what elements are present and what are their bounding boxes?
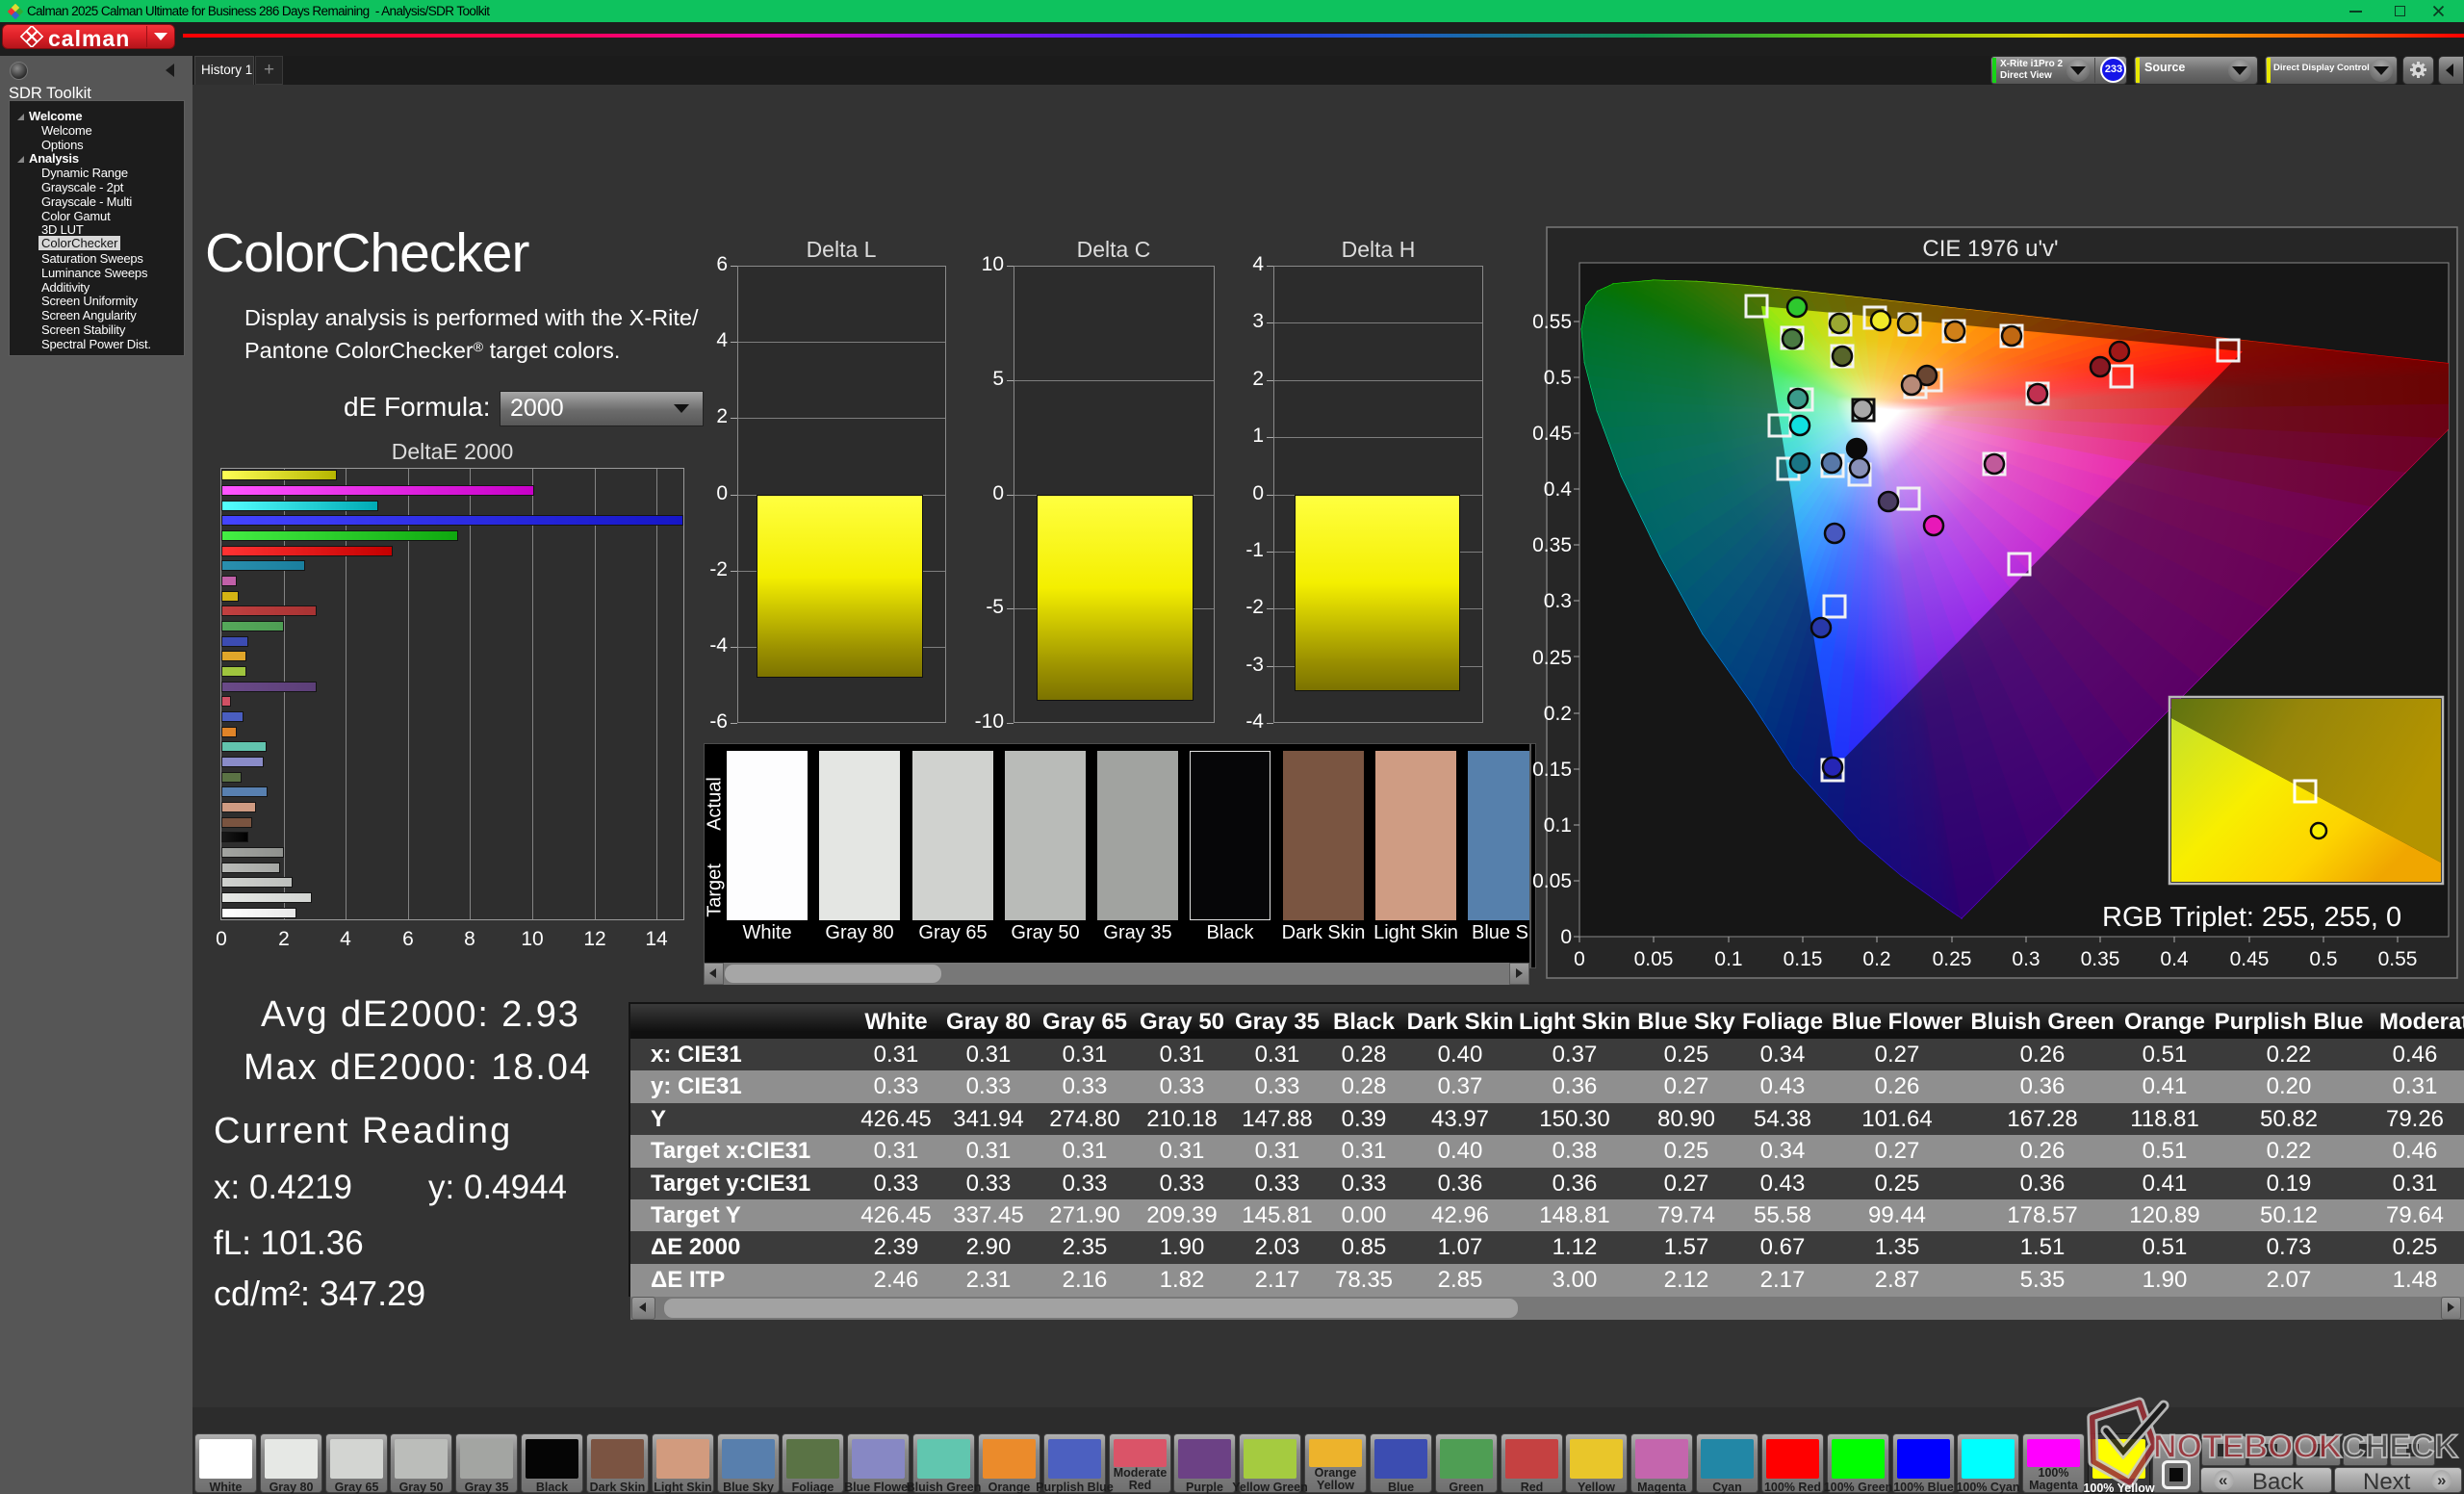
- svg-text:0.55: 0.55: [2378, 948, 2418, 970]
- svg-text:0.05: 0.05: [1634, 948, 1674, 970]
- svg-text:0.3: 0.3: [1544, 590, 1572, 612]
- svg-text:0.55: 0.55: [1532, 311, 1572, 333]
- svg-text:0.1: 0.1: [1714, 948, 1742, 970]
- svg-text:0.45: 0.45: [1532, 423, 1572, 445]
- svg-text:0.35: 0.35: [1532, 534, 1572, 556]
- svg-text:0.25: 0.25: [1933, 948, 1972, 970]
- svg-text:0.15: 0.15: [1532, 759, 1572, 781]
- svg-text:0.2: 0.2: [1862, 948, 1890, 970]
- svg-text:0.15: 0.15: [1784, 948, 1823, 970]
- svg-text:RGB Triplet: 255, 255, 0: RGB Triplet: 255, 255, 0: [2102, 902, 2401, 933]
- svg-text:0.05: 0.05: [1532, 870, 1572, 892]
- svg-text:0.1: 0.1: [1544, 814, 1572, 837]
- svg-text:CIE 1976 u'v': CIE 1976 u'v': [1922, 236, 2058, 262]
- svg-text:0.5: 0.5: [2309, 948, 2337, 970]
- svg-text:0.35: 0.35: [2081, 948, 2120, 970]
- svg-text:0.4: 0.4: [1544, 478, 1573, 501]
- svg-text:NOTEBOOK: NOTEBOOK: [2153, 1429, 2343, 1465]
- svg-text:CHECK: CHECK: [2342, 1429, 2458, 1465]
- svg-text:0.4: 0.4: [2160, 948, 2189, 970]
- svg-text:0.2: 0.2: [1544, 703, 1572, 725]
- svg-text:0: 0: [1574, 948, 1585, 970]
- svg-text:0.3: 0.3: [2012, 948, 2040, 970]
- svg-text:0.45: 0.45: [2230, 948, 2270, 970]
- svg-text:0: 0: [1560, 926, 1572, 948]
- svg-text:0.5: 0.5: [1544, 367, 1572, 389]
- svg-text:0.25: 0.25: [1532, 647, 1572, 669]
